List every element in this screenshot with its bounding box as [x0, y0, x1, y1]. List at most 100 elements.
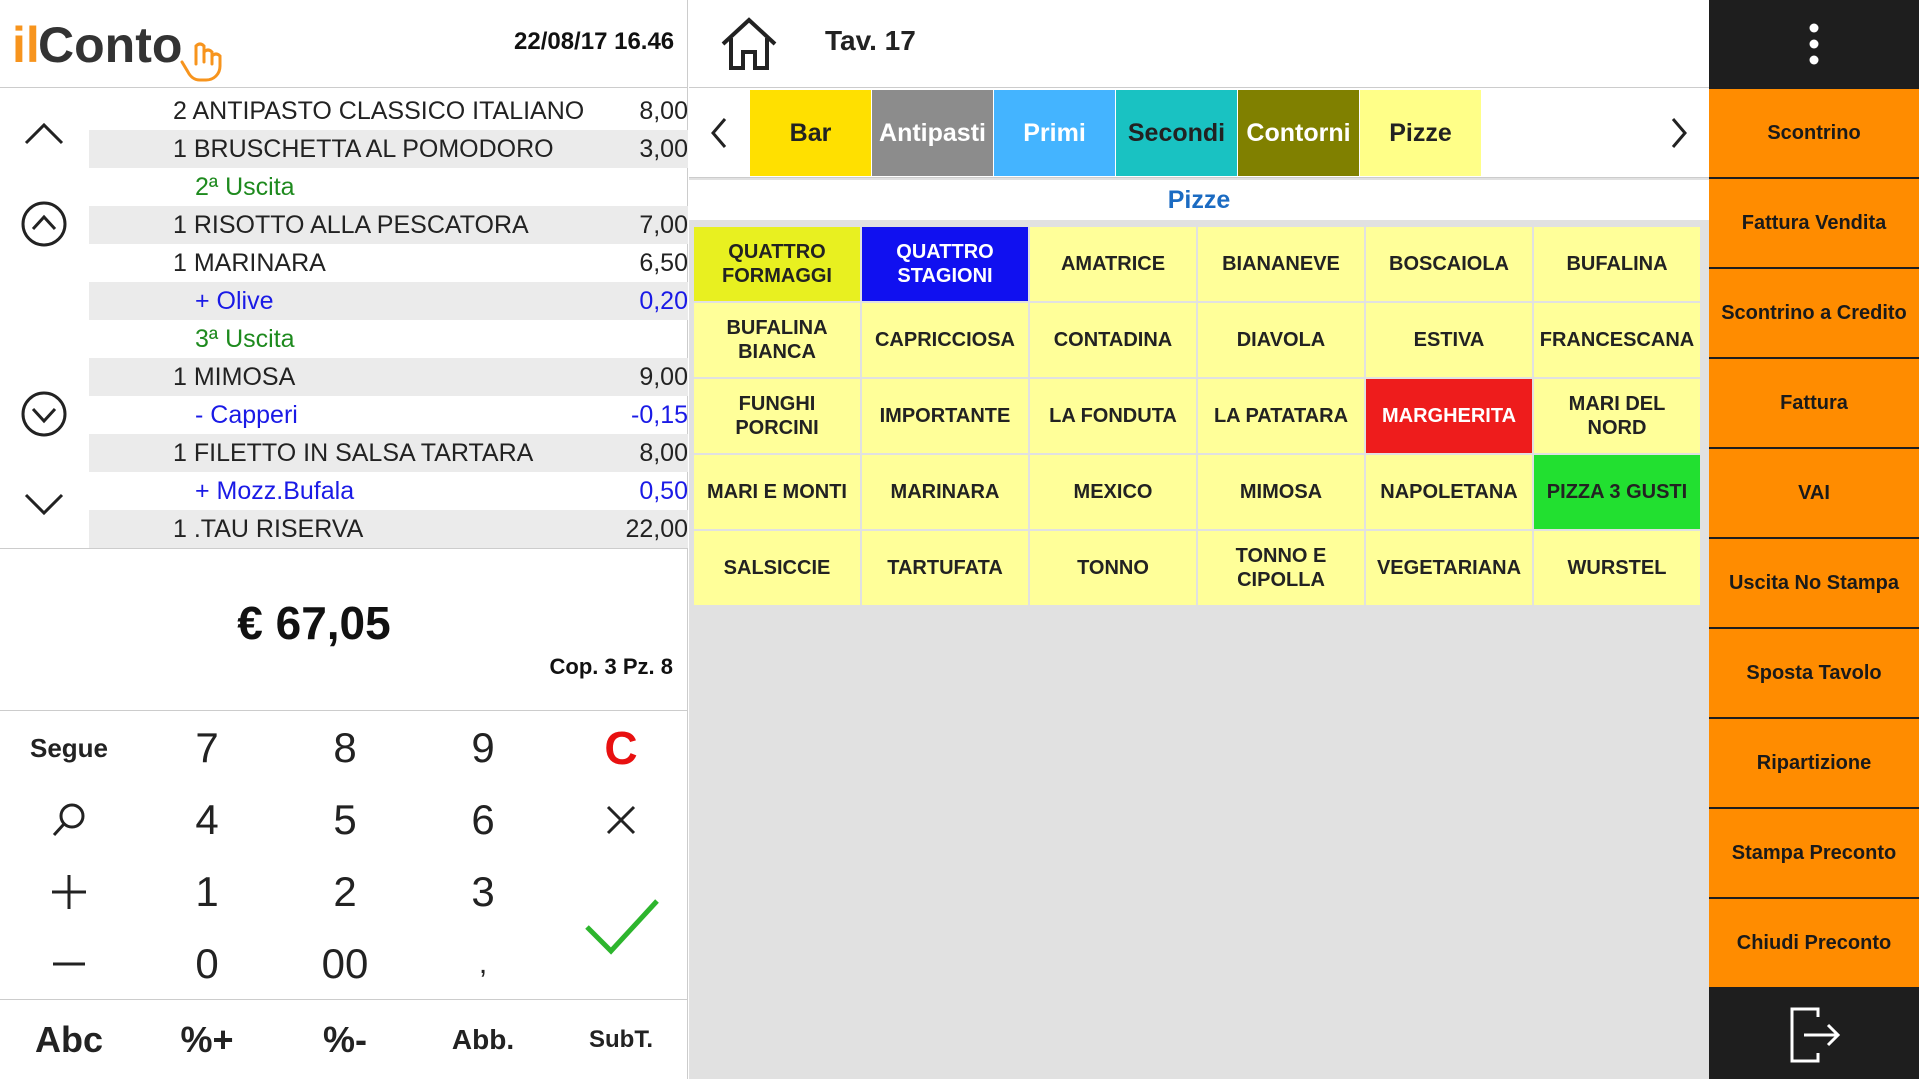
tab-secondi[interactable]: Secondi	[1116, 90, 1237, 176]
product-button[interactable]: MARGHERITA	[1366, 379, 1532, 453]
order-description: 1 .TAU RISERVA	[173, 515, 364, 543]
product-button[interactable]: BUFALINA BIANCA	[694, 303, 860, 377]
product-button[interactable]: CONTADINA	[1030, 303, 1196, 377]
action-button[interactable]: Stampa Preconto	[1709, 809, 1919, 897]
product-button[interactable]: QUATTRO FORMAGGI	[694, 227, 860, 301]
key-2[interactable]: 2	[276, 856, 414, 928]
product-button[interactable]: MEXICO	[1030, 455, 1196, 529]
segue-key[interactable]: Segue	[0, 712, 138, 784]
order-price: 6,50	[639, 249, 688, 277]
category-bar: Bar Antipasti Primi Secondi Contorni Pizze	[689, 88, 1709, 178]
tab-antipasti[interactable]: Antipasti	[872, 90, 993, 176]
order-price: 0,20	[639, 287, 688, 315]
tab-contorni[interactable]: Contorni	[1238, 90, 1359, 176]
product-button[interactable]: QUATTRO STAGIONI	[862, 227, 1028, 301]
product-button[interactable]: BOSCAIOLA	[1366, 227, 1532, 301]
key-7[interactable]: 7	[138, 712, 276, 784]
key-6[interactable]: 6	[414, 784, 552, 856]
product-button[interactable]: TONNO E CIPOLLA	[1198, 531, 1364, 605]
more-vertical-icon[interactable]	[1709, 0, 1919, 88]
order-row[interactable]: 1 MARINARA 6,50	[89, 244, 688, 282]
product-button[interactable]: NAPOLETANA	[1366, 455, 1532, 529]
product-button[interactable]: MARI E MONTI	[694, 455, 860, 529]
key-8[interactable]: 8	[276, 712, 414, 784]
subtotal-key[interactable]: SubT.	[552, 1000, 690, 1079]
order-price: 7,00	[639, 211, 688, 239]
product-button[interactable]: TONNO	[1030, 531, 1196, 605]
home-icon[interactable]	[719, 14, 779, 74]
action-button[interactable]: Chiudi Preconto	[1709, 899, 1919, 987]
scroll-down-icon[interactable]	[18, 478, 70, 530]
total-value: € 67,05	[237, 597, 391, 649]
product-button[interactable]: MARINARA	[862, 455, 1028, 529]
tab-bar[interactable]: Bar	[750, 90, 871, 176]
product-button[interactable]: BIANANEVE	[1198, 227, 1364, 301]
modifier-row[interactable]: + Mozz.Bufala 0,50	[89, 472, 688, 510]
product-button[interactable]: AMATRICE	[1030, 227, 1196, 301]
action-button[interactable]: Uscita No Stampa	[1709, 539, 1919, 627]
action-button[interactable]: Fattura	[1709, 359, 1919, 447]
product-button[interactable]: SALSICCIE	[694, 531, 860, 605]
key-3[interactable]: 3	[414, 856, 552, 928]
action-button[interactable]: Scontrino a Credito	[1709, 269, 1919, 357]
order-row[interactable]: 1 MIMOSA 9,00	[89, 358, 688, 396]
key-1[interactable]: 1	[138, 856, 276, 928]
chevron-right-icon[interactable]	[1649, 88, 1709, 178]
product-button[interactable]: PIZZA 3 GUSTI	[1534, 455, 1700, 529]
tab-pizze[interactable]: Pizze	[1360, 90, 1481, 176]
key-0[interactable]: 0	[138, 928, 276, 1000]
logout-icon[interactable]	[1709, 990, 1919, 1079]
product-button[interactable]: WURSTEL	[1534, 531, 1700, 605]
product-button[interactable]: MIMOSA	[1198, 455, 1364, 529]
modifier-row[interactable]: + Olive 0,20	[89, 282, 688, 320]
course-separator[interactable]: 3ª Uscita	[89, 320, 688, 358]
course-separator[interactable]: 2ª Uscita	[89, 168, 688, 206]
percent-plus-key[interactable]: %+	[138, 1000, 276, 1079]
key-5[interactable]: 5	[276, 784, 414, 856]
action-button[interactable]: Sposta Tavolo	[1709, 629, 1919, 717]
plus-icon[interactable]	[0, 856, 138, 928]
order-row[interactable]: 2 ANTIPASTO CLASSICO ITALIANO 8,00	[89, 92, 688, 130]
abc-key[interactable]: Abc	[0, 1000, 138, 1079]
product-button[interactable]: FUNGHI PORCINI	[694, 379, 860, 453]
product-button[interactable]: BUFALINA	[1534, 227, 1700, 301]
percent-minus-key[interactable]: %-	[276, 1000, 414, 1079]
product-button[interactable]: VEGETARIANA	[1366, 531, 1532, 605]
product-button[interactable]: ESTIVA	[1366, 303, 1532, 377]
clear-key[interactable]: C	[552, 712, 690, 784]
order-row[interactable]: 1 FILETTO IN SALSA TARTARA 8,00	[89, 434, 688, 472]
page-down-icon[interactable]	[18, 388, 70, 440]
product-button[interactable]: LA FONDUTA	[1030, 379, 1196, 453]
product-button[interactable]: IMPORTANTE	[862, 379, 1028, 453]
order-description: 2 ANTIPASTO CLASSICO ITALIANO	[173, 97, 585, 125]
modifier-row[interactable]: - Capperi -0,15	[89, 396, 688, 434]
action-button[interactable]: Scontrino	[1709, 89, 1919, 177]
abb-key[interactable]: Abb.	[414, 1000, 552, 1079]
page-up-icon[interactable]	[18, 198, 70, 250]
key-4[interactable]: 4	[138, 784, 276, 856]
multiply-icon[interactable]	[552, 784, 690, 856]
chevron-left-icon[interactable]	[689, 88, 749, 178]
scroll-up-icon[interactable]	[18, 108, 70, 160]
product-button[interactable]: LA PATATARA	[1198, 379, 1364, 453]
product-button[interactable]: DIAVOLA	[1198, 303, 1364, 377]
product-button[interactable]: CAPRICCIOSA	[862, 303, 1028, 377]
confirm-check-icon[interactable]	[552, 880, 690, 976]
action-button[interactable]: Ripartizione	[1709, 719, 1919, 807]
order-row[interactable]: 1 .TAU RISERVA 22,00	[89, 510, 688, 548]
minus-icon[interactable]	[0, 928, 138, 1000]
datetime: 22/08/17 16.46	[514, 28, 675, 55]
key-00[interactable]: 00	[276, 928, 414, 1000]
order-row[interactable]: 1 BRUSCHETTA AL POMODORO 3,00	[89, 130, 688, 168]
action-button[interactable]: Fattura Vendita	[1709, 179, 1919, 267]
order-description: 2ª Uscita	[195, 173, 295, 201]
tab-primi[interactable]: Primi	[994, 90, 1115, 176]
product-button[interactable]: MARI DEL NORD	[1534, 379, 1700, 453]
action-button[interactable]: VAI	[1709, 449, 1919, 537]
product-button[interactable]: TARTUFATA	[862, 531, 1028, 605]
comma-key[interactable]: ,	[414, 928, 552, 1000]
key-9[interactable]: 9	[414, 712, 552, 784]
product-button[interactable]: FRANCESCANA	[1534, 303, 1700, 377]
search-icon[interactable]	[0, 784, 138, 856]
order-row[interactable]: 1 RISOTTO ALLA PESCATORA 7,00	[89, 206, 688, 244]
